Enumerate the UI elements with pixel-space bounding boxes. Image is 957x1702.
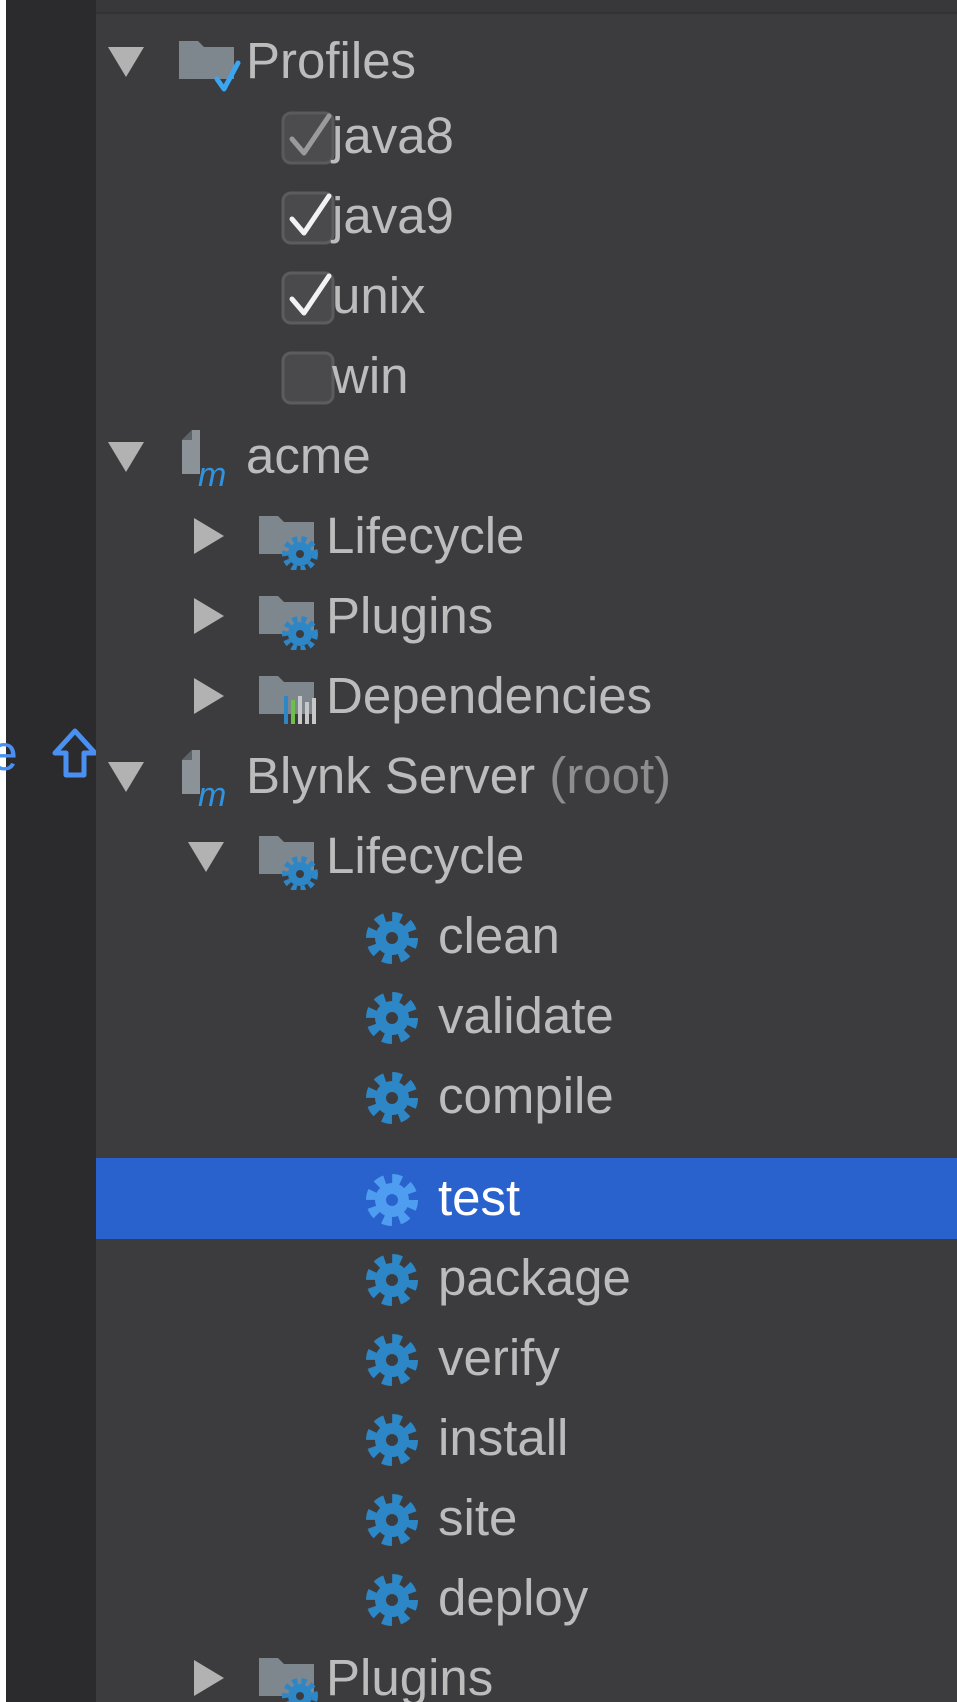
goal-label: site bbox=[438, 1489, 518, 1546]
tree-node-acme[interactable]: m acme bbox=[96, 416, 957, 497]
lifecycle-folder-icon bbox=[259, 516, 318, 570]
goal-label: compile bbox=[438, 1067, 614, 1124]
profile-item-unix[interactable]: unix bbox=[96, 256, 957, 337]
module-label: Blynk Server (root) bbox=[246, 748, 671, 804]
node-label: Plugins bbox=[326, 587, 494, 644]
node-label: Lifecycle bbox=[326, 507, 525, 564]
gear-icon bbox=[366, 992, 418, 1044]
tree-node-blynk-server[interactable]: m Blynk Server (root) bbox=[96, 736, 957, 817]
lifecycle-goal-verify[interactable]: verify bbox=[96, 1318, 957, 1399]
maven-projects-tree: Profiles java8 java9 unix win m acme Lif… bbox=[96, 0, 957, 1702]
goal-label: verify bbox=[438, 1329, 560, 1386]
expand-arrow-icon[interactable] bbox=[184, 834, 228, 878]
gear-icon bbox=[366, 1334, 418, 1386]
lifecycle-goal-validate[interactable]: validate bbox=[96, 976, 957, 1057]
gutter-text: e bbox=[0, 725, 18, 781]
goal-label: install bbox=[438, 1409, 569, 1466]
gear-icon bbox=[366, 1494, 418, 1546]
profile-item-java8[interactable]: java8 bbox=[96, 96, 957, 177]
svg-text:m: m bbox=[198, 456, 226, 490]
lifecycle-goal-compile[interactable]: compile bbox=[96, 1056, 957, 1137]
profile-label: unix bbox=[332, 267, 426, 324]
tree-node-profiles[interactable]: Profiles bbox=[96, 21, 957, 102]
goal-label: deploy bbox=[438, 1569, 589, 1626]
maven-module-icon: m bbox=[182, 750, 226, 810]
collapsed-arrow-icon[interactable] bbox=[186, 1656, 230, 1700]
node-label: Plugins bbox=[326, 1649, 494, 1702]
plugins-folder-icon bbox=[259, 1658, 318, 1702]
goal-label: validate bbox=[438, 987, 614, 1044]
lifecycle-goal-test[interactable]: test bbox=[96, 1158, 957, 1239]
gear-icon bbox=[366, 1072, 418, 1124]
profiles-folder-icon bbox=[179, 41, 241, 92]
lifecycle-folder-icon bbox=[259, 836, 318, 890]
profile-label: win bbox=[332, 347, 409, 404]
plugins-folder-icon bbox=[259, 596, 318, 650]
root-suffix: (root) bbox=[549, 747, 672, 804]
profiles-label: Profiles bbox=[246, 32, 417, 89]
gear-icon bbox=[366, 1414, 418, 1466]
collapsed-arrow-icon[interactable] bbox=[186, 674, 230, 718]
svg-text:m: m bbox=[198, 776, 226, 810]
maven-module-icon: m bbox=[182, 430, 226, 490]
profile-item-win[interactable]: win bbox=[96, 336, 957, 417]
collapsed-arrow-icon[interactable] bbox=[186, 594, 230, 638]
goal-label: package bbox=[438, 1249, 631, 1306]
profile-label: java9 bbox=[332, 187, 454, 244]
checkbox-checked[interactable] bbox=[280, 270, 336, 326]
module-label: acme bbox=[246, 427, 371, 484]
gear-icon bbox=[366, 1574, 418, 1626]
up-arrow-icon[interactable] bbox=[50, 726, 100, 782]
goal-label: test bbox=[438, 1169, 521, 1226]
checkbox-checked[interactable] bbox=[280, 190, 336, 246]
tree-node-lifecycle[interactable]: Lifecycle bbox=[96, 496, 957, 577]
tree-node-plugins[interactable]: Plugins bbox=[96, 1638, 957, 1702]
tree-node-plugins[interactable]: Plugins bbox=[96, 576, 957, 657]
tree-node-lifecycle[interactable]: Lifecycle bbox=[96, 816, 957, 897]
tree-node-dependencies[interactable]: Dependencies bbox=[96, 656, 957, 737]
expand-arrow-icon[interactable] bbox=[104, 434, 148, 478]
expand-arrow-icon[interactable] bbox=[104, 39, 148, 83]
collapsed-arrow-icon[interactable] bbox=[186, 514, 230, 558]
editor-gutter: e bbox=[0, 0, 98, 1702]
lifecycle-goal-deploy[interactable]: deploy bbox=[96, 1558, 957, 1639]
gear-icon bbox=[366, 1254, 418, 1306]
gear-icon bbox=[366, 912, 418, 964]
lifecycle-goal-install[interactable]: install bbox=[96, 1398, 957, 1479]
checkbox-unchecked[interactable] bbox=[280, 350, 336, 406]
expand-arrow-icon[interactable] bbox=[104, 754, 148, 798]
module-name: Blynk Server bbox=[246, 747, 536, 804]
checkbox-checked-disabled[interactable] bbox=[280, 110, 336, 166]
dependencies-folder-icon bbox=[259, 676, 316, 724]
lifecycle-goal-clean[interactable]: clean bbox=[96, 896, 957, 977]
profile-item-java9[interactable]: java9 bbox=[96, 176, 957, 257]
gear-icon bbox=[366, 1174, 418, 1226]
tree-header-divider bbox=[96, 0, 957, 14]
goal-label: clean bbox=[438, 907, 560, 964]
lifecycle-goal-site[interactable]: site bbox=[96, 1478, 957, 1559]
node-label: Lifecycle bbox=[326, 827, 525, 884]
profile-label: java8 bbox=[332, 107, 454, 164]
node-label: Dependencies bbox=[326, 667, 653, 724]
lifecycle-goal-package[interactable]: package bbox=[96, 1238, 957, 1319]
